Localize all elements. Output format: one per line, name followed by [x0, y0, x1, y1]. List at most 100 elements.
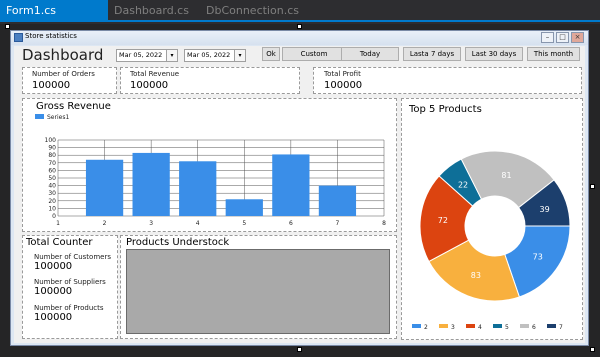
end-date-picker[interactable]: Mar 05, 2022 ▾ — [184, 49, 246, 62]
legend-label: 6 — [532, 324, 536, 331]
selection-handle[interactable] — [297, 347, 302, 352]
bar — [179, 161, 217, 216]
start-date-picker[interactable]: Mar 05, 2022 ▾ — [116, 49, 178, 62]
selection-handle[interactable] — [297, 24, 302, 29]
ide-tab-bar: Form1.cs [Design] ⊕ ✕ Dashboard.cs DbCon… — [0, 0, 600, 39]
slice-label: 81 — [501, 171, 511, 180]
end-date-value: Mar 05, 2022 — [187, 51, 231, 59]
legend-swatch — [547, 324, 556, 328]
orders-card: Number of Orders 100000 — [22, 67, 117, 94]
products-label: Number of Products — [34, 304, 104, 312]
selection-handle[interactable] — [590, 184, 595, 189]
understock-grid[interactable] — [126, 249, 390, 334]
revenue-card: Total Revenue 100000 — [120, 67, 300, 94]
y-tick-label: 80 — [48, 152, 56, 159]
maximize-button[interactable]: □ — [556, 32, 569, 43]
close-button[interactable]: × — [571, 32, 584, 43]
page-title: Dashboard — [22, 46, 104, 64]
customers-value: 100000 — [34, 261, 73, 272]
profit-card: Total Profit 100000 — [313, 67, 582, 94]
slice-label: 39 — [540, 205, 550, 214]
profit-value: 100000 — [324, 80, 363, 91]
tab-label: Dashboard.cs — [114, 4, 189, 17]
top-products-panel: Top 5 Products 73 83 72 22 81 39 2 3 4 5 6 7 — [401, 98, 583, 340]
minimize-button[interactable]: – — [541, 32, 554, 43]
y-tick-label: 50 — [48, 175, 56, 182]
tab-dbconnection-cs[interactable]: DbConnection.cs — [200, 0, 300, 22]
legend-label: 4 — [478, 324, 482, 331]
last-30-days-button[interactable]: Last 30 days — [465, 47, 523, 61]
y-tick-label: 90 — [48, 145, 56, 152]
y-tick-label: 0 — [52, 213, 56, 220]
form-client-area: Dashboard Mar 05, 2022 ▾ Mar 05, 2022 ▾ … — [14, 46, 585, 343]
x-tick-label: 3 — [149, 220, 153, 227]
custom-button[interactable]: Custom — [282, 47, 346, 61]
legend-label: 5 — [505, 324, 509, 331]
understock-panel: Products Understock — [120, 235, 397, 339]
gross-revenue-panel: Gross Revenue Series1 0 10 20 30 40 50 60 70 80 90… — [22, 98, 397, 232]
products-value: 100000 — [34, 312, 73, 323]
y-tick-label: 60 — [48, 167, 56, 174]
y-tick-label: 70 — [48, 160, 56, 167]
y-tick-label: 40 — [48, 183, 56, 190]
profit-label: Total Profit — [324, 70, 361, 78]
x-tick-label: 7 — [336, 220, 340, 227]
gross-revenue-chart: Series1 0102030405060708090100 1 2 3 4 5 6 7 8 — [35, 114, 386, 227]
selection-handle[interactable] — [590, 347, 595, 352]
ok-button[interactable]: Ok — [262, 47, 280, 61]
suppliers-label: Number of Suppliers — [34, 278, 106, 286]
legend-label: 2 — [424, 324, 428, 331]
legend-swatch — [493, 324, 502, 328]
slice-label: 22 — [458, 180, 468, 189]
x-tick-label: 5 — [242, 220, 246, 227]
start-date-value: Mar 05, 2022 — [119, 51, 163, 59]
y-tick-label: 30 — [48, 190, 56, 197]
legend-swatch — [439, 324, 448, 328]
bar — [85, 159, 124, 216]
bar — [225, 199, 263, 216]
last-7-days-button[interactable]: Lasta 7 days — [403, 47, 461, 61]
legend-label: Series1 — [47, 114, 69, 121]
slice-label: 83 — [471, 271, 481, 280]
orders-label: Number of Orders — [32, 70, 95, 78]
legend-label: 7 — [559, 324, 563, 331]
y-tick-label: 10 — [48, 205, 56, 212]
tab-dashboard-cs[interactable]: Dashboard.cs — [108, 0, 200, 22]
suppliers-value: 100000 — [34, 286, 73, 297]
y-tick-label: 20 — [48, 198, 56, 205]
x-tick-label: 2 — [103, 220, 107, 227]
selection-handle[interactable] — [5, 24, 10, 29]
form-title: Store statistics — [25, 32, 77, 40]
total-counter-title: Total Counter — [26, 237, 93, 248]
calendar-dropdown-icon[interactable]: ▾ — [234, 50, 245, 61]
understock-title: Products Understock — [126, 237, 230, 248]
x-tick-label: 1 — [56, 220, 60, 227]
legend-swatch — [35, 114, 44, 119]
bar — [132, 152, 170, 216]
y-tick-label: 100 — [45, 137, 57, 144]
tab-form1-design[interactable]: Form1.cs [Design] ⊕ ✕ — [0, 0, 108, 39]
revenue-value: 100000 — [130, 80, 169, 91]
legend-label: 3 — [451, 324, 455, 331]
revenue-label: Total Revenue — [130, 70, 180, 78]
calendar-dropdown-icon[interactable]: ▾ — [166, 50, 177, 61]
total-counter-panel: Total Counter Number of Customers 100000… — [22, 235, 118, 339]
tab-label: DbConnection.cs — [206, 4, 299, 17]
this-month-button[interactable]: This month — [527, 47, 580, 61]
bar — [318, 185, 357, 216]
x-tick-label: 8 — [382, 220, 386, 227]
today-button[interactable]: Today — [341, 47, 399, 61]
form-titlebar: Store statistics – □ × — [11, 31, 588, 45]
bar — [272, 154, 310, 216]
legend-swatch — [466, 324, 475, 328]
customers-label: Number of Customers — [34, 253, 111, 261]
x-tick-label: 6 — [289, 220, 293, 227]
x-tick-label: 4 — [196, 220, 200, 227]
legend-swatch — [412, 324, 421, 328]
orders-value: 100000 — [32, 80, 71, 91]
slice-label: 72 — [438, 216, 448, 225]
form-window: Store statistics – □ × Dashboard Mar 05,… — [10, 30, 589, 346]
slice-label: 73 — [533, 252, 543, 261]
top-products-chart: 73 83 72 22 81 39 2 3 4 5 6 7 — [412, 150, 571, 331]
legend-swatch — [520, 324, 529, 328]
